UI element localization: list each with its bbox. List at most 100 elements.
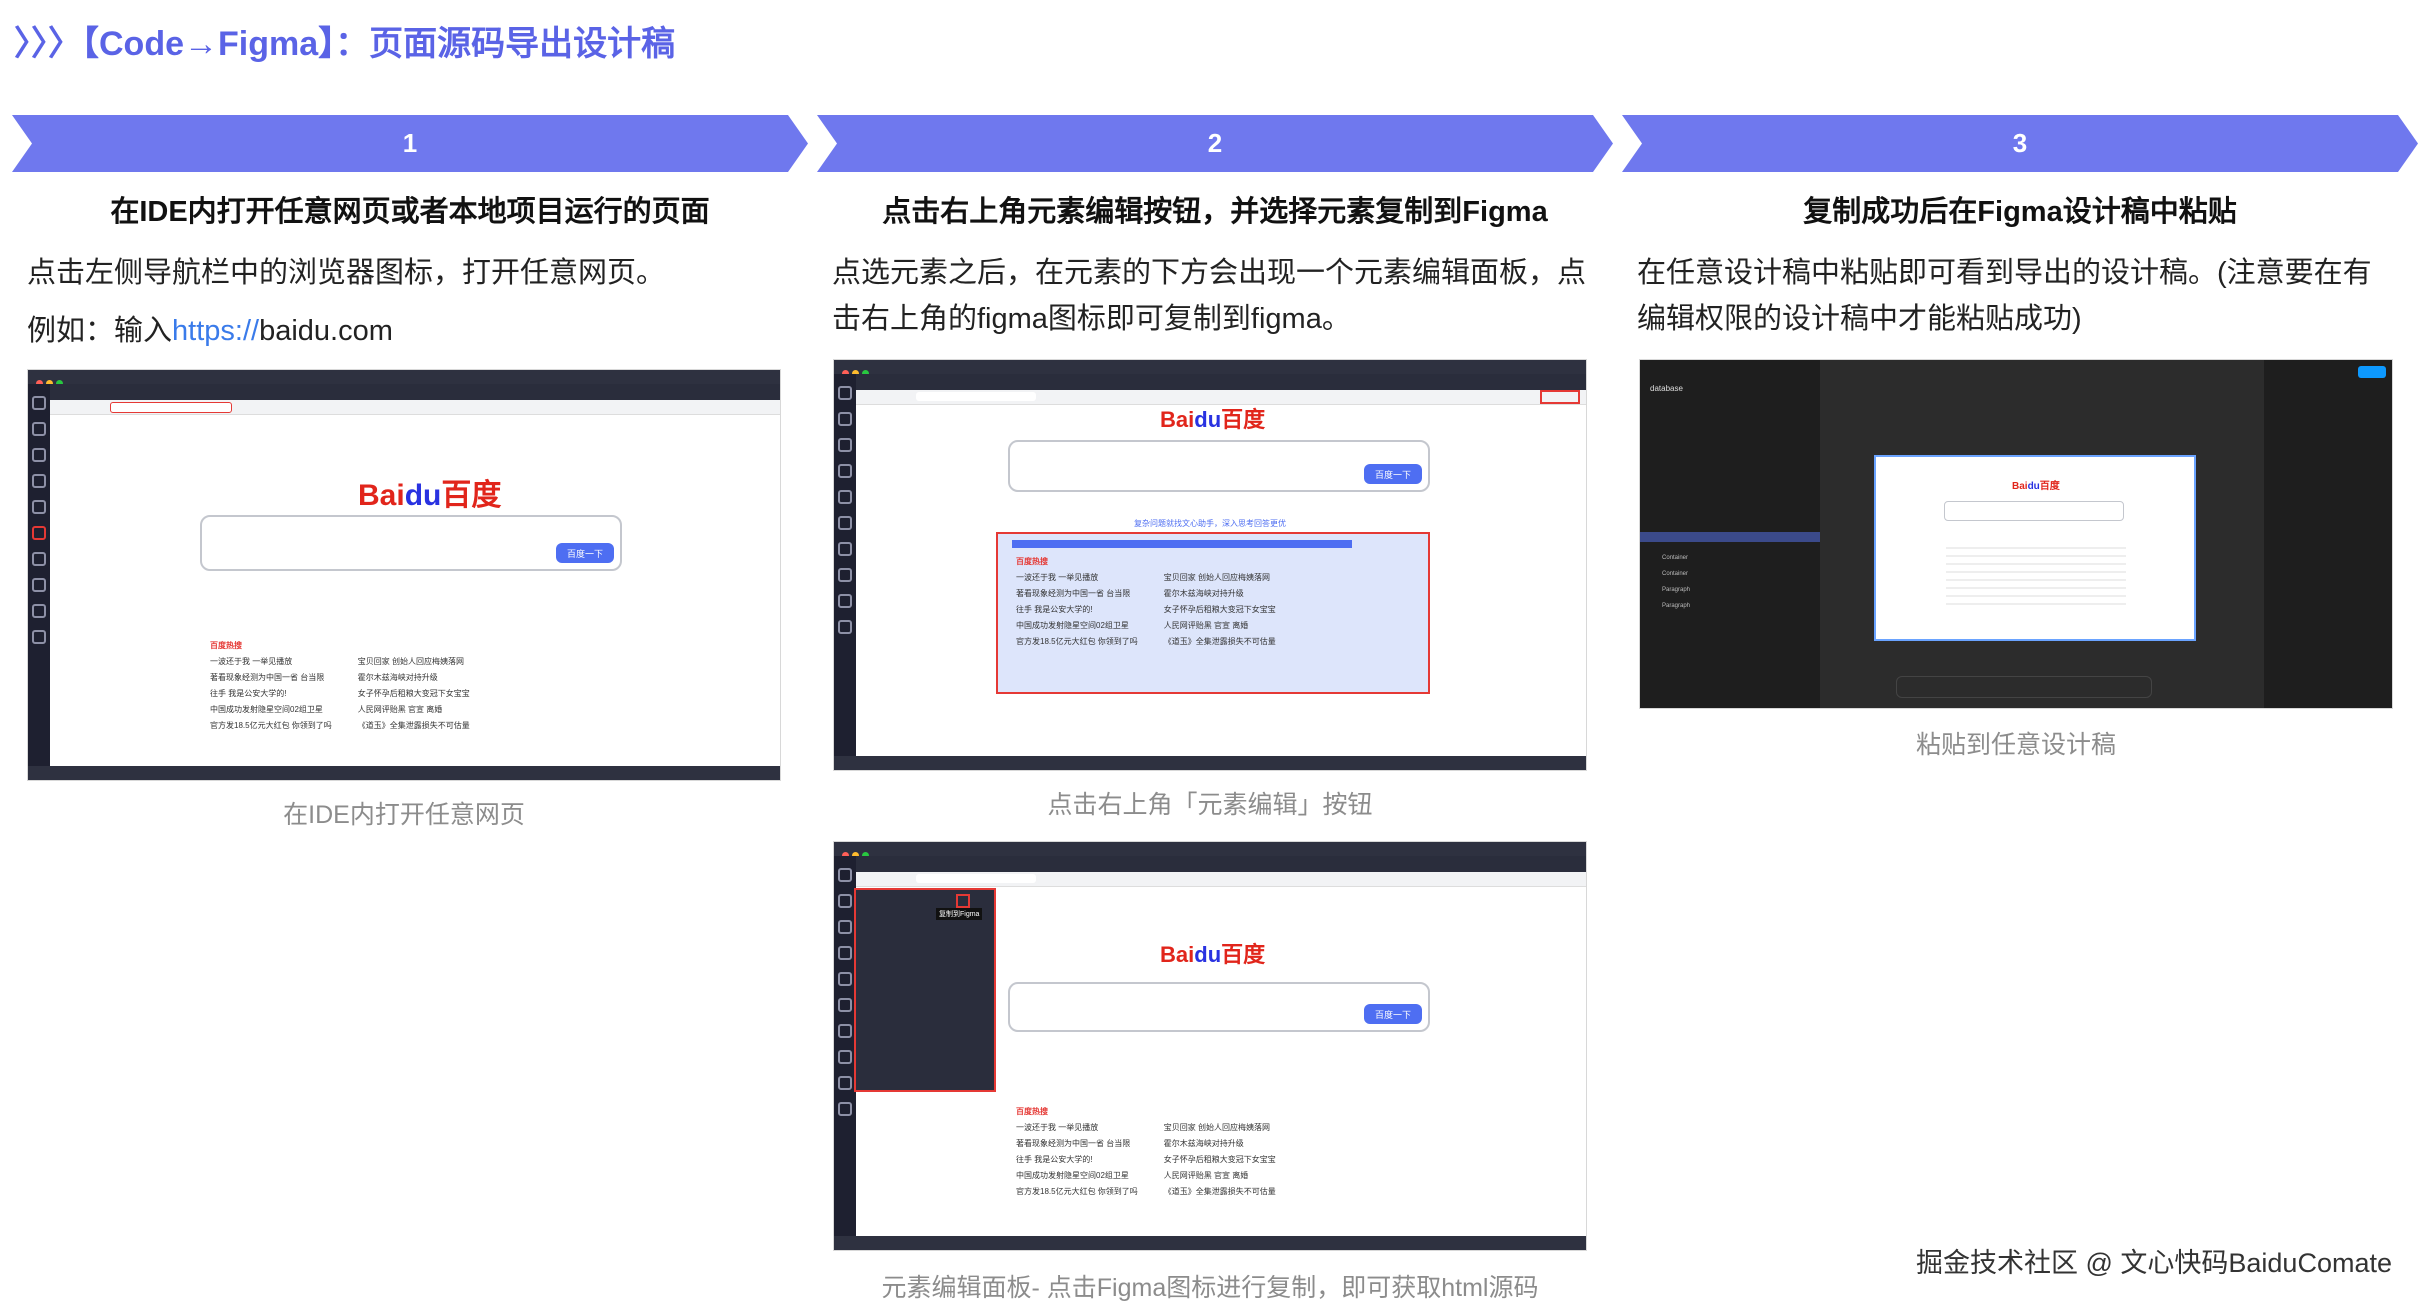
search-button[interactable]: 百度一下 (556, 543, 614, 563)
hot-item[interactable]: 女子怀孕后租粮大变冠下女宝宝 (1164, 602, 1276, 618)
browser-tabbar (856, 856, 1586, 872)
hot-list: 百度热搜 一波还于我 一举见播放 著看现象经测为中国一省 台当限 往手 我是公安大学… (1016, 554, 1406, 650)
ide-statusbar (834, 1236, 1586, 1250)
hot-list: 百度热搜 一波还于我 一举见播放 著看现象经测为中国一省 台当限 往手 我是公安大学… (210, 638, 590, 734)
window-titlebar (834, 842, 1586, 859)
hot-item[interactable]: 女子怀孕后租粮大变冠下女宝宝 (358, 686, 470, 702)
layer-item[interactable]: Paragraph (1662, 598, 1690, 614)
step-3-arrow: 3 (1622, 115, 2418, 172)
hot-item[interactable]: 官方发18.5亿元大红包 你领到了吗 (1016, 1184, 1138, 1200)
step-1-desc: 点击左侧导航栏中的浏览器图标，打开任意网页。 例如：输入https://baid… (27, 250, 665, 354)
step-1-caption: 在IDE内打开任意网页 (283, 801, 525, 829)
hot-title: 百度热搜 (1016, 557, 1048, 566)
baidu-logo: Baidu百度 (358, 470, 501, 514)
hot-item[interactable]: 往手 我是公安大学的! (210, 686, 332, 702)
hot-item[interactable]: 著看现象经测为中国一省 台当限 (210, 670, 332, 686)
step-3-desc-line2: 编辑权限的设计稿中才能粘贴成功) (1637, 303, 2082, 335)
hot-item[interactable]: 中国成功发射隐星空间02组卫星 (1016, 618, 1138, 634)
copy-tooltip: 复制到Figma (936, 908, 983, 920)
step-1-arrow: 1 (12, 115, 808, 172)
hot-item[interactable]: 宝贝回家 创始人回应梅姨落网 (1164, 1120, 1276, 1136)
hot-item[interactable]: 《道玉》全集泄露损失不可估量 (1164, 1184, 1276, 1200)
hot-item[interactable]: 一波还于我 一举见播放 (1016, 1120, 1138, 1136)
layer-item[interactable]: Paragraph (1662, 582, 1690, 598)
hot-item[interactable]: 霍尔木兹海峡对持升级 (1164, 1136, 1276, 1152)
hot-item[interactable]: 往手 我是公安大学的! (1016, 1152, 1138, 1168)
hot-item[interactable]: 霍尔木兹海峡对持升级 (358, 670, 470, 686)
browser-tabbar (50, 384, 780, 400)
logo-text: Bai (2012, 481, 2028, 492)
selected-layer[interactable] (1640, 532, 1820, 542)
hot-item[interactable]: 官方发18.5亿元大红包 你领到了吗 (1016, 634, 1138, 650)
hot-item[interactable]: 女子怀孕后租粮大变冠下女宝宝 (1164, 1152, 1276, 1168)
search-button[interactable]: 百度一下 (1364, 1004, 1422, 1024)
hot-item[interactable]: 宝贝回家 创始人回应梅姨落网 (358, 654, 470, 670)
step-2-caption-2: 元素编辑面板- 点击Figma图标进行复制，即可获取html源码 (881, 1274, 1539, 1302)
figma-copy-icon[interactable] (956, 894, 970, 908)
ide-statusbar (834, 756, 1586, 770)
element-panel-screenshot: 复制到Figma Baidu百度 百度一下 百度热搜 一波还于我 一举见播放 著看… (834, 842, 1586, 1250)
step-1-title: 在IDE内打开任意网页或者本地项目运行的页面 (110, 196, 710, 228)
browser-urlbar[interactable] (856, 872, 1586, 887)
hot-item[interactable]: 人民网评贻黑 官宣 离婚 (358, 702, 470, 718)
hot-item[interactable]: 人民网评贻黑 官宣 离婚 (1164, 618, 1276, 634)
browser-urlbar[interactable] (50, 400, 780, 415)
window-titlebar (834, 360, 1586, 377)
logo-paw: du (2027, 481, 2040, 492)
hot-title: 百度热搜 (210, 641, 242, 650)
ide-browser-screenshot-1: Baidu百度 百度一下 百度热搜 一波还于我 一举见播放 著看现象经测为中国一省… (28, 370, 780, 780)
search-input[interactable]: 百度一下 (1008, 982, 1430, 1032)
hot-list: 百度热搜 一波还于我 一举见播放 著看现象经测为中国一省 台当限 往手 我是公安大学… (1016, 1104, 1406, 1200)
search-input[interactable]: 百度一下 (200, 515, 622, 571)
pasted-frame[interactable]: Baidu百度 (1874, 455, 2196, 641)
hot-list-preview (1946, 541, 2126, 611)
step-1-desc-line2: 例如：输入https://baidu.com (27, 308, 665, 354)
baidu-logo: Baidu百度 (1160, 937, 1265, 969)
logo-paw: du (1194, 942, 1222, 967)
step-3-title: 复制成功后在Figma设计稿中粘贴 (1803, 196, 2237, 228)
hot-item[interactable]: 中国成功发射隐星空间02组卫星 (1016, 1168, 1138, 1184)
hot-item[interactable]: 《道玉》全集泄露损失不可估量 (358, 718, 470, 734)
ide-sidebar (28, 384, 50, 766)
step-2-number: 2 (1207, 128, 1223, 158)
hot-item[interactable]: 一波还于我 一举见播放 (1016, 570, 1138, 586)
page-header: 〉〉〉【Code→Figma】：页面源码导出设计稿 (14, 25, 676, 63)
logo-text: Bai (358, 479, 405, 512)
browser-tabbar (856, 374, 1586, 390)
search-input[interactable]: 百度一下 (1008, 440, 1430, 492)
logo-cn: 百度 (1221, 942, 1266, 967)
hot-item[interactable]: 霍尔木兹海峡对持升级 (1164, 586, 1276, 602)
search-button[interactable]: 百度一下 (1364, 464, 1422, 484)
hot-item[interactable]: 往手 我是公安大学的! (1016, 602, 1138, 618)
hot-item[interactable]: 著看现象经测为中国一省 台当限 (1016, 1136, 1138, 1152)
figma-toolbar[interactable] (1896, 676, 2152, 698)
layer-item[interactable]: Container (1662, 566, 1690, 582)
element-edit-panel[interactable]: 复制到Figma (854, 888, 996, 1092)
element-edit-screenshot: Baidu百度 百度一下 复杂问题就找文心助手，深入思考回答更优 百度热搜 一波… (834, 360, 1586, 770)
hot-title: 百度热搜 (1016, 1107, 1048, 1116)
selected-element-highlight[interactable]: 百度热搜 一波还于我 一举见播放 著看现象经测为中国一省 台当限 往手 我是公安大学… (996, 532, 1430, 694)
logo-cn: 百度 (1221, 407, 1266, 432)
selector-bar (1012, 540, 1352, 548)
step-2-arrow: 2 (817, 115, 1613, 172)
hot-item[interactable]: 一波还于我 一举见播放 (210, 654, 332, 670)
logo-cn: 百度 (441, 479, 502, 512)
figma-layers-panel: database Container Container Paragraph P… (1640, 360, 1820, 708)
example-link[interactable]: https:// (172, 315, 259, 347)
hot-item[interactable]: 著看现象经测为中国一省 台当限 (1016, 586, 1138, 602)
watermark: 掘金技术社区 @ 文心快码BaiduComate (1915, 1248, 2392, 1278)
share-button[interactable] (2358, 366, 2386, 378)
hot-item[interactable]: 宝贝回家 创始人回应梅姨落网 (1164, 570, 1276, 586)
ai-hint[interactable]: 复杂问题就找文心助手，深入思考回答更优 (1134, 516, 1286, 532)
search-input (1944, 501, 2124, 521)
step-3-desc-line1: 在任意设计稿中粘贴即可看到导出的设计稿。(注意要在有 (1637, 257, 2372, 289)
layer-item[interactable]: Container (1662, 550, 1690, 566)
element-edit-button-highlight[interactable] (1540, 390, 1580, 404)
hot-item[interactable]: 官方发18.5亿元大红包 你领到了吗 (210, 718, 332, 734)
logo-text: Bai (1160, 942, 1195, 967)
hot-item[interactable]: 《道玉》全集泄露损失不可估量 (1164, 634, 1276, 650)
layer-tree: Container Container Paragraph Paragraph (1662, 550, 1690, 614)
hot-item[interactable]: 人民网评贻黑 官宣 离婚 (1164, 1168, 1276, 1184)
step-2-desc: 点选元素之后，在元素的下方会出现一个元素编辑面板，点 击右上角的figma图标即… (832, 250, 1586, 342)
hot-item[interactable]: 中国成功发射隐星空间02组卫星 (210, 702, 332, 718)
